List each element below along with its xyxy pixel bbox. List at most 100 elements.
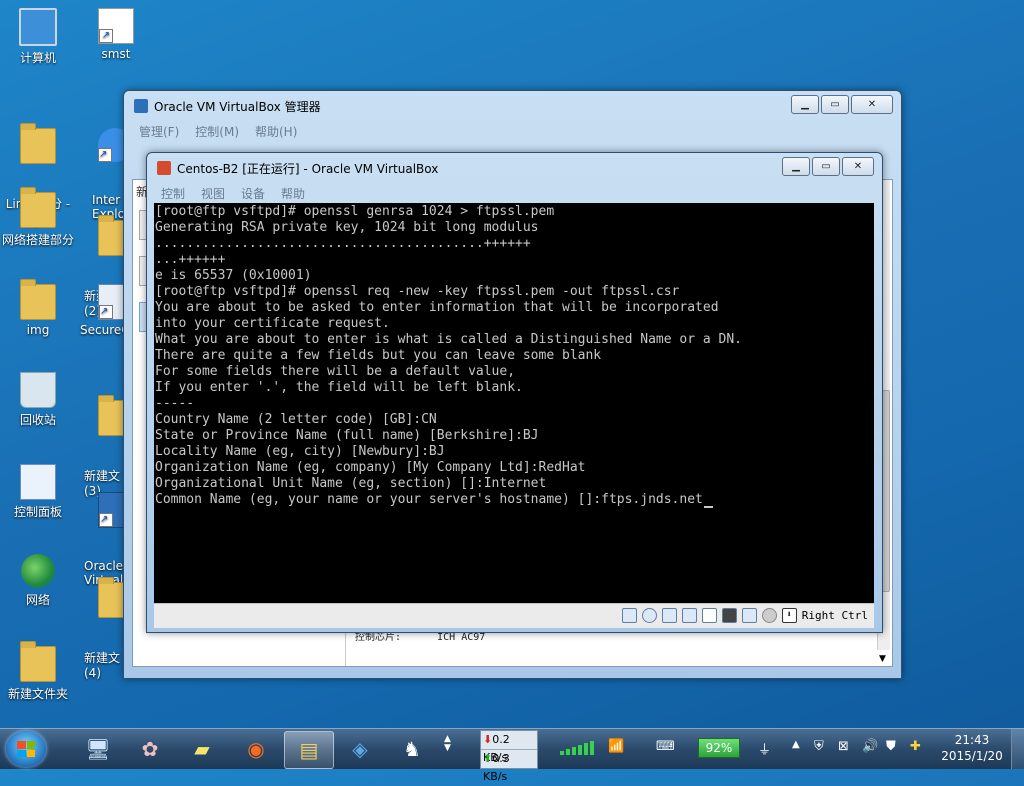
desktop-icon-label: 网络搭建部分 (1, 233, 74, 247)
sticky-notes-icon: ▰ (194, 737, 210, 761)
minimize-button[interactable]: ▁ (791, 95, 819, 114)
vm-titlebar[interactable]: Centos-B2 [正在运行] - Oracle VM VirtualBox … (147, 153, 882, 183)
folder-icon (20, 279, 56, 320)
taskbar-scroll-arrows[interactable]: ▲ ▼ (444, 735, 451, 753)
network-adapter-icon[interactable] (681, 608, 697, 623)
desktop-icon-label: 回收站 (19, 413, 56, 427)
taskbar-fish-app[interactable]: ✿ (126, 731, 174, 767)
usb-icon[interactable] (661, 608, 677, 623)
host-key-label: Right Ctrl (801, 609, 868, 622)
penguin-icon: ♞ (403, 737, 421, 761)
fish-icon: ✿ (141, 737, 159, 761)
menu-devices[interactable]: 设备 (241, 185, 265, 202)
desktop-icon-img-folder[interactable]: img (0, 279, 76, 337)
control-panel-icon (20, 464, 56, 500)
desktop-icon-recycle-bin[interactable]: 回收站 (0, 372, 76, 428)
security-icon[interactable]: ⛨ (814, 739, 824, 754)
manager-menubar: 管理(F) 控制(M) 帮助(H) (124, 121, 901, 141)
desktop-icon-securecrt[interactable]: SecureC (80, 284, 134, 337)
vm-console-window[interactable]: Centos-B2 [正在运行] - Oracle VM VirtualBox … (146, 152, 883, 633)
desktop-icon-network-folder[interactable]: 网络搭建部分 (0, 187, 76, 248)
battery-indicator[interactable]: 92% (698, 738, 740, 758)
taskbar-network-app[interactable]: 🖥 (74, 731, 122, 767)
desktop-icon-label: 控制面板 (13, 505, 62, 519)
video-capture-icon[interactable] (721, 608, 737, 623)
virtualbox-icon: ◈ (352, 737, 368, 761)
menu-help[interactable]: 帮助 (281, 185, 305, 202)
download-arrow-icon: ⬇ (483, 733, 493, 746)
close-button[interactable]: ✕ (842, 157, 874, 176)
browser-icon: ◉ (247, 737, 265, 761)
desktop-icon-control-panel[interactable]: 控制面板 (0, 464, 76, 520)
vm-window-title: Centos-B2 [正在运行] - Oracle VM VirtualBox (177, 162, 439, 176)
vm-menubar: 控制 视图 设备 帮助 (147, 183, 882, 203)
vm-status-bar: ⬇ Right Ctrl (154, 603, 874, 628)
desktop-icon-network[interactable]: 网络 (0, 554, 76, 608)
add-circle-icon[interactable]: ✚ (910, 739, 921, 754)
taskbar-browser-app[interactable]: ◉ (232, 731, 280, 767)
wireless-icon[interactable]: 📶 (608, 739, 624, 754)
folder-icon (20, 123, 56, 164)
menu-control[interactable]: 控制(M) (195, 123, 239, 140)
hard-disk-icon[interactable] (621, 608, 637, 623)
windows-logo-icon (17, 741, 35, 757)
menu-manage[interactable]: 管理(F) (139, 123, 179, 140)
computer-icon (19, 8, 57, 46)
desktop-icon-label: SecureC (80, 323, 130, 337)
upload-arrow-icon: ⬆ (483, 752, 493, 765)
virtualbox-icon (134, 99, 148, 113)
taskbar: 🖥 ✿ ▰ ◉ ▤ ◈ ♞ ▲ ▼ ⬇0.2 KB/s ⬆0.3 KB/s 📶 ⌨… (0, 728, 1024, 783)
volume-icon[interactable]: 🔊 (862, 739, 878, 754)
desktop-icon-label: 计算机 (19, 51, 56, 65)
start-button[interactable] (6, 731, 46, 767)
vm-terminal-screen[interactable]: [root@ftp vsftpd]# openssl genrsa 1024 >… (154, 203, 874, 603)
clock-time: 21:43 (954, 733, 990, 747)
desktop-icon-label: 新建文件夹 (7, 687, 68, 701)
taskbar-terminal-app[interactable]: ♞ (388, 731, 436, 767)
scroll-down-icon[interactable]: ▼ (879, 654, 886, 664)
folder-icon (20, 641, 56, 682)
desktop-icon-label: smst (101, 47, 131, 61)
keyboard-icon[interactable]: ⌨ (656, 739, 675, 754)
show-desktop-button[interactable] (1011, 729, 1024, 769)
clock-date: 2015/1/20 (941, 749, 1003, 763)
network-status-icon[interactable]: ⊠ (838, 739, 849, 754)
file-shortcut-icon (98, 8, 134, 44)
cpu-icon[interactable] (741, 608, 757, 623)
terminal-output: [root@ftp vsftpd]# openssl genrsa 1024 >… (155, 204, 742, 507)
show-hidden-icons-arrow[interactable]: ▲ (792, 739, 800, 750)
shared-folders-icon[interactable] (701, 608, 717, 623)
shield-icon[interactable]: ⛊ (886, 739, 896, 754)
manager-titlebar[interactable]: Oracle VM VirtualBox 管理器 ▁ ▭ ✕ (124, 91, 901, 121)
network-icon (21, 554, 55, 588)
desktop-icon-new-folder[interactable]: 新建文件夹 (0, 641, 76, 702)
text-cursor (703, 506, 713, 508)
maximize-button[interactable]: ▭ (821, 95, 849, 114)
taskbar-notes-app[interactable]: ▰ (178, 731, 226, 767)
optical-drive-icon[interactable] (641, 608, 657, 623)
taskbar-explorer-app[interactable]: ▤ (284, 731, 334, 769)
signal-strength-icon[interactable] (560, 741, 594, 755)
minimize-button[interactable]: ▁ (782, 157, 810, 176)
system-clock[interactable]: 21:43 2015/1/20 (936, 732, 1008, 764)
desktop-icon-computer[interactable]: 计算机 (0, 8, 76, 66)
monitor-network-icon: 🖥 (85, 737, 111, 761)
host-key-icon: ⬇ (781, 608, 797, 623)
folder-icon (20, 187, 56, 228)
close-button[interactable]: ✕ (851, 95, 893, 114)
taskbar-virtualbox-app[interactable]: ◈ (336, 731, 384, 767)
network-speed-meter: ⬇0.2 KB/s ⬆0.3 KB/s (480, 730, 538, 783)
menu-machine[interactable]: 控制 (161, 185, 185, 202)
maximize-button[interactable]: ▭ (812, 157, 840, 176)
menu-view[interactable]: 视图 (201, 185, 225, 202)
folder-icon: ▤ (299, 738, 319, 762)
desktop-icon-label: img (26, 323, 50, 337)
desktop-icon-label: 网络 (25, 593, 50, 607)
power-plug-icon[interactable]: ⏚ (758, 739, 771, 758)
recycle-bin-icon (20, 372, 56, 408)
mouse-integration-icon[interactable] (761, 608, 777, 623)
desktop-icon-smst[interactable]: smst (78, 8, 154, 61)
menu-help[interactable]: 帮助(H) (255, 123, 297, 140)
manager-window-title: Oracle VM VirtualBox 管理器 (154, 100, 321, 114)
vm-app-icon (157, 161, 171, 175)
